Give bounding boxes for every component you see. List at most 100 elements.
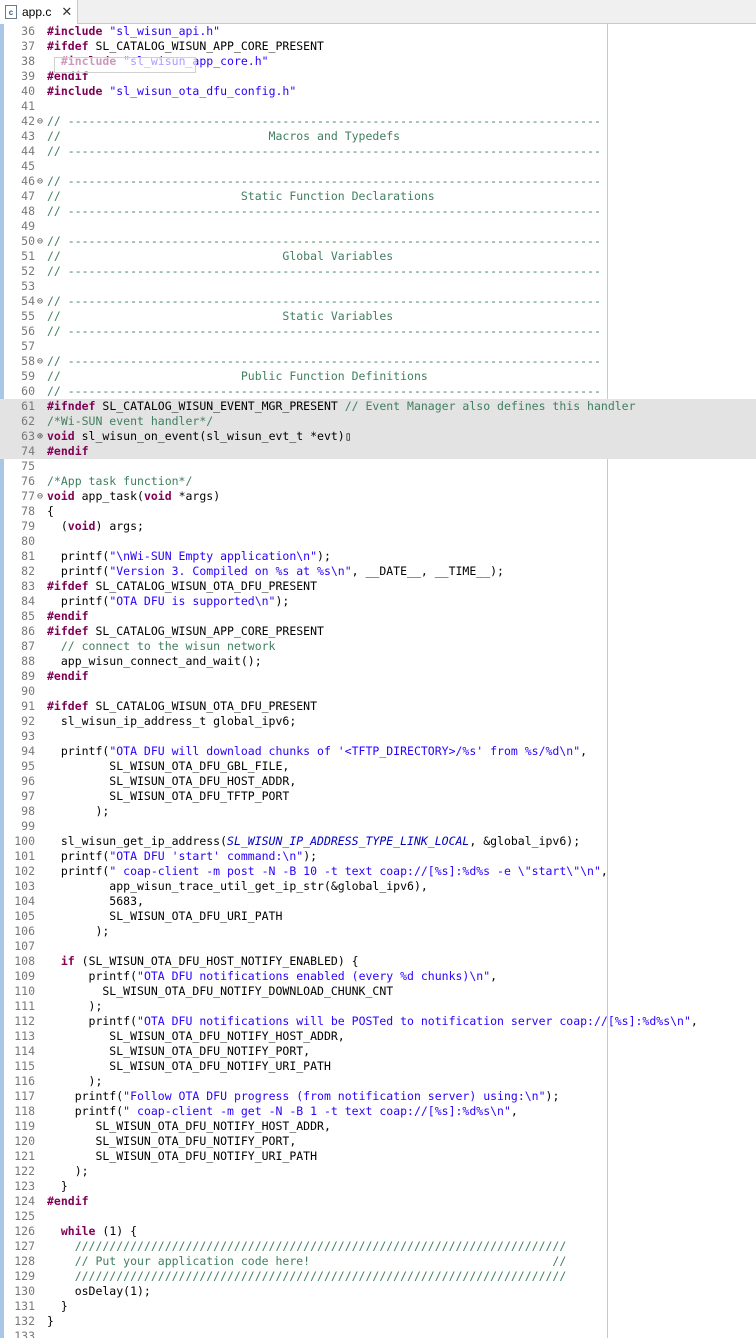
code-line[interactable]: 92 sl_wisun_ip_address_t global_ipv6; <box>0 714 756 729</box>
code-line[interactable]: 107 <box>0 939 756 954</box>
code-line[interactable]: 116 ); <box>0 1074 756 1089</box>
code-line[interactable]: 102 printf(" coap-client -m post -N -B 1… <box>0 864 756 879</box>
code-line[interactable]: 81 printf("\nWi-SUN Empty application\n"… <box>0 549 756 564</box>
code-line[interactable]: 41 <box>0 99 756 114</box>
fold-collapse-icon[interactable]: ⊖ <box>35 354 45 369</box>
code-line[interactable]: 63 ⊕ void sl_wisun_on_event(sl_wisun_evt_t… <box>0 429 756 444</box>
code-line[interactable]: 90 <box>0 684 756 699</box>
code-line[interactable]: 108 if (SL_WISUN_OTA_DFU_HOST_NOTIFY_ENA… <box>0 954 756 969</box>
tab-app-c[interactable]: c app.c ✕ <box>0 0 78 24</box>
code-line[interactable]: 75 <box>0 459 756 474</box>
code-line[interactable]: 47 // Static Function Declarations <box>0 189 756 204</box>
code-text: // -------------------------------------… <box>47 324 601 338</box>
code-line[interactable]: 109 printf("OTA DFU notifications enable… <box>0 969 756 984</box>
code-line[interactable]: 37 #ifdef SL_CATALOG_WISUN_APP_CORE_PRESE… <box>0 39 756 54</box>
code-line[interactable]: 51 // Global Variables <box>0 249 756 264</box>
code-line[interactable]: 93 <box>0 729 756 744</box>
fold-collapse-icon[interactable]: ⊖ <box>35 234 45 249</box>
code-line[interactable]: 40 #include "sl_wisun_ota_dfu_config.h" <box>0 84 756 99</box>
fold-collapse-icon[interactable]: ⊖ <box>35 489 45 504</box>
code-line[interactable]: 36 #include "sl_wisun_api.h" <box>0 24 756 39</box>
code-line[interactable]: 59 // Public Function Definitions <box>0 369 756 384</box>
code-line[interactable]: 85 #endif <box>0 609 756 624</box>
code-line[interactable]: 46 ⊖// ----------------------------------… <box>0 174 756 189</box>
fold-collapse-icon[interactable]: ⊖ <box>35 174 45 189</box>
code-line[interactable]: 128 // Put your application code here! /… <box>0 1254 756 1269</box>
code-line[interactable]: 86 #ifdef SL_CATALOG_WISUN_APP_CORE_PRESE… <box>0 624 756 639</box>
code-line[interactable]: 122 ); <box>0 1164 756 1179</box>
code-line[interactable]: 42 ⊖// ----------------------------------… <box>0 114 756 129</box>
code-line[interactable]: 43 // Macros and Typedefs <box>0 129 756 144</box>
code-line[interactable]: 91 #ifdef SL_CATALOG_WISUN_OTA_DFU_PRESEN… <box>0 699 756 714</box>
code-line[interactable]: 115 SL_WISUN_OTA_DFU_NOTIFY_URI_PATH <box>0 1059 756 1074</box>
code-line[interactable]: 98 ); <box>0 804 756 819</box>
code-editor[interactable]: 36 #include "sl_wisun_api.h" 37 #ifdef SL_C… <box>0 24 756 1338</box>
code-line[interactable]: 50 ⊖// ----------------------------------… <box>0 234 756 249</box>
code-line[interactable]: 99 <box>0 819 756 834</box>
code-line[interactable]: 57 <box>0 339 756 354</box>
code-text: SL_WISUN_OTA_DFU_NOTIFY_PORT, <box>47 1134 297 1148</box>
code-line[interactable]: 48 // -----------------------------------… <box>0 204 756 219</box>
code-line[interactable]: 127 ////////////////////////////////////… <box>0 1239 756 1254</box>
code-line[interactable]: 60 // -----------------------------------… <box>0 384 756 399</box>
code-line[interactable]: 87 // connect to the wisun network <box>0 639 756 654</box>
fold-collapse-icon[interactable]: ⊖ <box>35 294 45 309</box>
code-line[interactable]: 77 ⊖ void app_task(void *args) <box>0 489 756 504</box>
code-line[interactable]: 104 5683, <box>0 894 756 909</box>
code-line[interactable]: 112 printf("OTA DFU notifications will b… <box>0 1014 756 1029</box>
code-line[interactable]: 100 sl_wisun_get_ip_address(SL_WISUN_IP_… <box>0 834 756 849</box>
code-line[interactable]: 118 printf(" coap-client -m get -N -B 1 … <box>0 1104 756 1119</box>
code-line[interactable]: 124 #endif <box>0 1194 756 1209</box>
fold-expand-icon[interactable]: ⊕ <box>35 429 45 444</box>
code-line[interactable]: 96 SL_WISUN_OTA_DFU_HOST_ADDR, <box>0 774 756 789</box>
code-line[interactable]: 106 ); <box>0 924 756 939</box>
code-line[interactable]: 62 /*Wi-SUN event handler*/ <box>0 414 756 429</box>
code-line[interactable]: 76 /*App task function*/ <box>0 474 756 489</box>
code-line[interactable]: 121 SL_WISUN_OTA_DFU_NOTIFY_URI_PATH <box>0 1149 756 1164</box>
code-line[interactable]: 94 printf("OTA DFU will download chunks … <box>0 744 756 759</box>
code-line[interactable]: 78 { <box>0 504 756 519</box>
code-line[interactable]: 117 printf("Follow OTA DFU progress (fro… <box>0 1089 756 1104</box>
code-line[interactable]: 131 } <box>0 1299 756 1314</box>
code-line[interactable]: 101 printf("OTA DFU 'start' command:\n")… <box>0 849 756 864</box>
line-number: 94 <box>21 744 35 758</box>
code-line[interactable]: 119 SL_WISUN_OTA_DFU_NOTIFY_HOST_ADDR, <box>0 1119 756 1134</box>
code-line[interactable]: 53 <box>0 279 756 294</box>
code-line[interactable]: 56 // -----------------------------------… <box>0 324 756 339</box>
fold-collapse-icon[interactable]: ⊖ <box>35 114 45 129</box>
code-line[interactable]: 61 #ifndef SL_CATALOG_WISUN_EVENT_MGR_PRE… <box>0 399 756 414</box>
code-line[interactable]: 88 app_wisun_connect_and_wait(); <box>0 654 756 669</box>
code-line[interactable]: 54 ⊖// ----------------------------------… <box>0 294 756 309</box>
code-line[interactable]: 126 while (1) { <box>0 1224 756 1239</box>
code-line[interactable]: 120 SL_WISUN_OTA_DFU_NOTIFY_PORT, <box>0 1134 756 1149</box>
code-line[interactable]: 129 ////////////////////////////////////… <box>0 1269 756 1284</box>
close-icon[interactable]: ✕ <box>61 4 72 20</box>
code-line[interactable]: 58 ⊖// ----------------------------------… <box>0 354 756 369</box>
code-line[interactable]: 74 #endif <box>0 444 756 459</box>
code-line[interactable]: 55 // Static Variables <box>0 309 756 324</box>
code-line[interactable]: 111 ); <box>0 999 756 1014</box>
code-line[interactable]: 79 (void) args; <box>0 519 756 534</box>
code-line[interactable]: 49 <box>0 219 756 234</box>
code-line[interactable]: 113 SL_WISUN_OTA_DFU_NOTIFY_HOST_ADDR, <box>0 1029 756 1044</box>
code-line[interactable]: 89 #endif <box>0 669 756 684</box>
code-line[interactable]: 97 SL_WISUN_OTA_DFU_TFTP_PORT <box>0 789 756 804</box>
code-line[interactable]: 105 SL_WISUN_OTA_DFU_URI_PATH <box>0 909 756 924</box>
code-line[interactable]: 95 SL_WISUN_OTA_DFU_GBL_FILE, <box>0 759 756 774</box>
code-line[interactable]: 133 <box>0 1329 756 1338</box>
code-line[interactable]: 103 app_wisun_trace_util_get_ip_str(&glo… <box>0 879 756 894</box>
code-line[interactable]: 80 <box>0 534 756 549</box>
code-line[interactable]: 82 printf("Version 3. Compiled on %s at … <box>0 564 756 579</box>
code-line[interactable]: 45 <box>0 159 756 174</box>
code-line[interactable]: 114 SL_WISUN_OTA_DFU_NOTIFY_PORT, <box>0 1044 756 1059</box>
code-line[interactable]: 110 SL_WISUN_OTA_DFU_NOTIFY_DOWNLOAD_CHU… <box>0 984 756 999</box>
code-line[interactable]: 132} <box>0 1314 756 1329</box>
code-line[interactable]: 125 <box>0 1209 756 1224</box>
code-text: #include "sl_wisun_api.h" <box>47 24 221 38</box>
code-line[interactable]: 83 #ifdef SL_CATALOG_WISUN_OTA_DFU_PRESEN… <box>0 579 756 594</box>
code-line[interactable]: 123 } <box>0 1179 756 1194</box>
code-line[interactable]: 130 osDelay(1); <box>0 1284 756 1299</box>
code-line[interactable]: 52 // -----------------------------------… <box>0 264 756 279</box>
code-line[interactable]: 84 printf("OTA DFU is supported\n"); <box>0 594 756 609</box>
code-line[interactable]: 44 // -----------------------------------… <box>0 144 756 159</box>
